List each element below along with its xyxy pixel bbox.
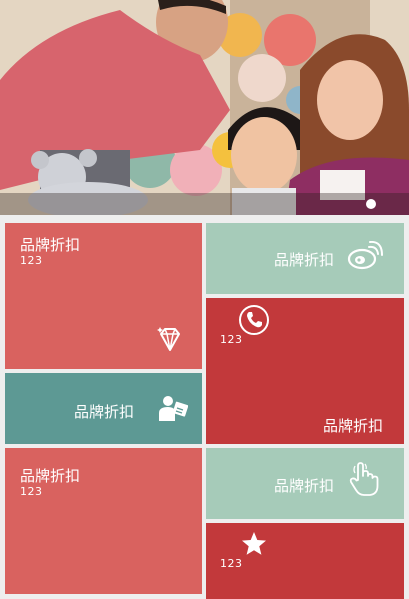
tile-brand-discount-4[interactable]: 品牌折扣 [5, 373, 202, 444]
person-ticket-icon [159, 396, 188, 421]
tile-count: 123 [20, 254, 43, 267]
tile-label: 品牌折扣 [323, 417, 384, 435]
tile-count: 123 [220, 557, 243, 570]
tile-label: 品牌折扣 [274, 477, 335, 495]
tile-count: 123 [220, 333, 243, 346]
tile-brand-discount-7[interactable]: 123 [206, 523, 404, 599]
tile-label: 品牌折扣 [274, 251, 335, 269]
tile-brand-discount-2[interactable]: 品牌折扣 [206, 223, 404, 294]
carousel-indicator-dot[interactable] [366, 199, 376, 209]
tile-count: 123 [20, 485, 43, 498]
family-photo [0, 0, 409, 215]
banner-overlay [0, 193, 409, 215]
tile-label: 品牌折扣 [20, 467, 81, 485]
tile-label: 品牌折扣 [20, 236, 81, 254]
tile-brand-discount-1[interactable]: 品牌折扣 123 [5, 223, 202, 369]
star-icon [242, 532, 266, 555]
tile-brand-discount-6[interactable]: 品牌折扣 [206, 448, 404, 519]
tile-brand-discount-3[interactable]: 123 品牌折扣 [206, 298, 404, 444]
tile-brand-discount-5[interactable]: 品牌折扣 123 [5, 448, 202, 594]
banner-carousel[interactable] [0, 0, 409, 215]
tile-label: 品牌折扣 [74, 403, 135, 421]
weibo-icon [347, 241, 383, 270]
phone-icon [239, 305, 269, 335]
hand-pointer-icon [349, 462, 379, 496]
diamond-icon [157, 327, 180, 351]
